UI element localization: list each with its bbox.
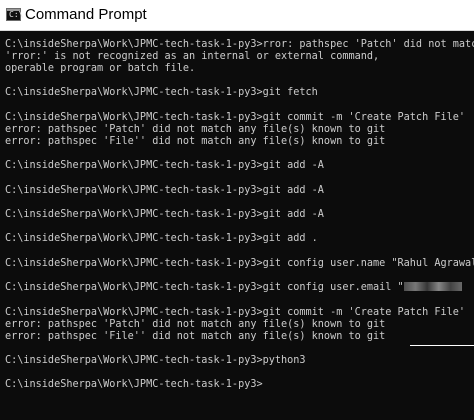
scroll-marker xyxy=(410,345,474,346)
console-line: error: pathspec 'File'' did not match an… xyxy=(5,330,386,342)
console-line: C:\insideSherpa\Work\JPMC-tech-task-1-py… xyxy=(5,306,466,318)
console-line: C:\insideSherpa\Work\JPMC-tech-task-1-py… xyxy=(5,111,466,123)
console-line: error: pathspec 'Patch' did not match an… xyxy=(5,123,386,135)
console-line: error: pathspec 'File'' did not match an… xyxy=(5,135,386,147)
console-line: C:\insideSherpa\Work\JPMC-tech-task-1-py… xyxy=(5,233,318,245)
console-line-email: C:\insideSherpa\Work\JPMC-tech-task-1-py… xyxy=(5,282,474,294)
console-line-email-text: C:\insideSherpa\Work\JPMC-tech-task-1-py… xyxy=(5,282,404,294)
window-title: Command Prompt xyxy=(25,6,147,23)
console-line: C:\insideSherpa\Work\JPMC-tech-task-1-py… xyxy=(5,257,474,269)
console-line: C:\insideSherpa\Work\JPMC-tech-task-1-py… xyxy=(5,354,306,366)
console-line: error: pathspec 'Patch' did not match an… xyxy=(5,318,386,330)
command-prompt-window: C:\ Command Prompt C:\insideSherpa\Work\… xyxy=(0,0,474,420)
console-prompt-line[interactable]: C:\insideSherpa\Work\JPMC-tech-task-1-py… xyxy=(5,379,474,391)
console-line: C:\insideSherpa\Work\JPMC-tech-task-1-py… xyxy=(5,87,318,99)
console-line: C:\insideSherpa\Work\JPMC-tech-task-1-py… xyxy=(5,39,474,50)
redacted-email xyxy=(403,282,462,292)
console-line: C:\insideSherpa\Work\JPMC-tech-task-1-py… xyxy=(5,184,324,196)
console-output[interactable]: C:\insideSherpa\Work\JPMC-tech-task-1-py… xyxy=(0,31,474,420)
console-window-icon: C:\ xyxy=(6,8,23,21)
console-line: C:\insideSherpa\Work\JPMC-tech-task-1-py… xyxy=(5,160,324,172)
title-bar[interactable]: C:\ Command Prompt xyxy=(0,0,474,31)
console-line: operable program or batch file. xyxy=(5,63,196,74)
console-line: 'rror:' is not recognized as an internal… xyxy=(5,51,380,62)
console-line: C:\insideSherpa\Work\JPMC-tech-task-1-py… xyxy=(5,208,324,220)
